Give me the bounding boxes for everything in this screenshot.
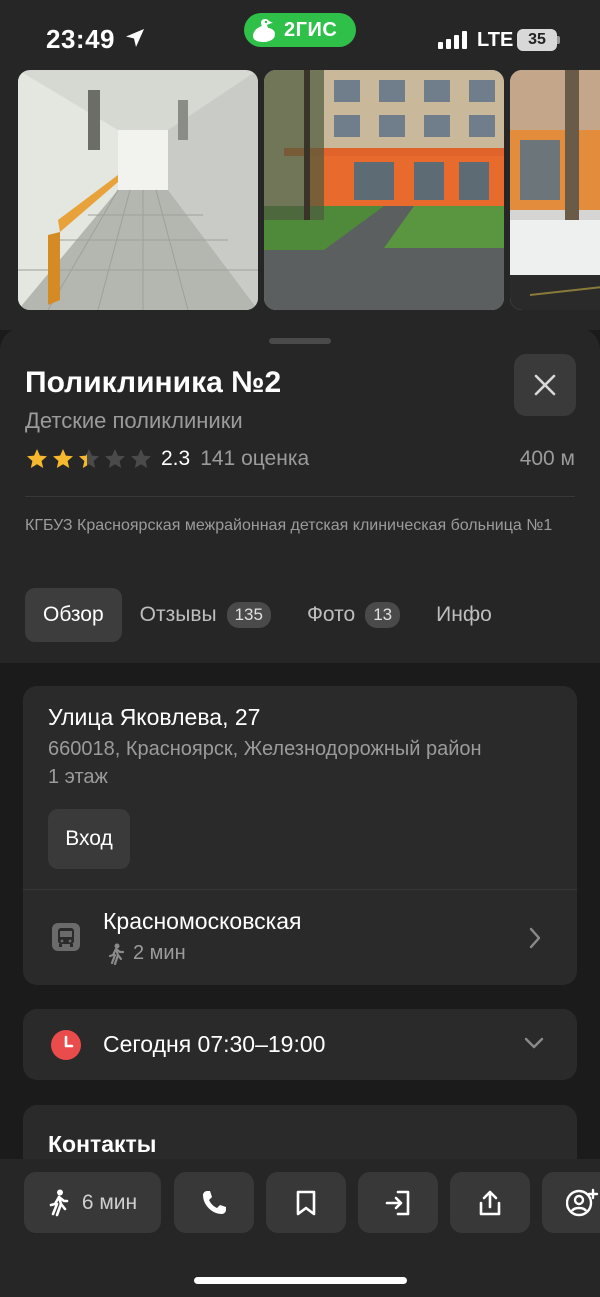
goose-logo-icon (244, 13, 284, 47)
route-walk-button[interactable]: 6 мин (24, 1172, 161, 1233)
star-full-icon (53, 449, 73, 468)
status-time: 23:49 (46, 24, 115, 54)
address-card: Улица Яковлева, 27 660018, Красноярск, Ж… (23, 686, 577, 985)
place-category: Детские поликлиники (25, 408, 243, 433)
bottom-action-bar: 6 мин (0, 1159, 600, 1297)
hours-today: Сегодня 07:30–19:00 (103, 1031, 326, 1057)
opening-hours-card[interactable]: Сегодня 07:30–19:00 (23, 1009, 577, 1080)
distance: 400 м (519, 447, 575, 470)
drag-handle[interactable] (269, 338, 331, 344)
photos-count-badge: 13 (365, 602, 401, 628)
battery-icon: 35 (517, 29, 557, 51)
tab-bar: Обзор Отзывы 135 Фото 13 Инфо (25, 588, 510, 642)
walk-time-to-stop: 2 мин (107, 942, 186, 965)
photo-building[interactable] (264, 70, 504, 310)
share-icon (479, 1190, 501, 1215)
battery-tip (557, 36, 560, 44)
close-icon (534, 374, 556, 396)
home-indicator[interactable] (194, 1277, 407, 1284)
close-button[interactable] (514, 354, 576, 416)
tab-overview[interactable]: Обзор (25, 588, 122, 642)
walk-time-label: 2 мин (133, 942, 186, 964)
walking-person-icon (49, 1189, 69, 1216)
call-button[interactable] (174, 1172, 254, 1233)
add-contact-button[interactable] (542, 1172, 600, 1233)
tab-reviews[interactable]: Отзывы 135 (122, 588, 289, 642)
status-bar: 23:49 2ГИС LTE 35 (0, 0, 600, 70)
place-title: Поликлиника №2 (25, 366, 282, 399)
bookmark-button[interactable] (266, 1172, 346, 1233)
clock-icon (51, 1030, 81, 1060)
divider (23, 889, 577, 890)
add-person-icon (566, 1188, 599, 1216)
walk-time-label: 6 мин (81, 1190, 138, 1214)
entrance-button[interactable]: Вход (48, 809, 130, 869)
location-arrow-icon (126, 29, 144, 47)
star-empty-icon (105, 449, 125, 468)
contacts-title: Контакты (48, 1131, 157, 1157)
rating-row[interactable]: 2.3 141 оценка (25, 445, 309, 473)
tab-photos[interactable]: Фото 13 (289, 588, 418, 642)
tab-label: Обзор (43, 603, 104, 626)
tab-label: Отзывы (139, 603, 217, 626)
photo-gallery[interactable] (0, 70, 600, 330)
bus-icon (52, 923, 80, 951)
address-details: 660018, Красноярск, Железнодорожный райо… (48, 738, 482, 760)
app-brand-badge[interactable]: 2ГИС (244, 13, 356, 47)
street-address[interactable]: Улица Яковлева, 27 (48, 704, 260, 731)
rating-stars (25, 447, 153, 471)
rating-value: 2.3 (161, 447, 191, 470)
star-full-icon (27, 449, 47, 468)
photo-corridor[interactable] (18, 70, 258, 310)
network-type: LTE (477, 29, 514, 51)
divider (25, 496, 575, 497)
chevron-right-icon (529, 927, 541, 949)
enter-icon (385, 1190, 410, 1215)
rating-count: 141 оценка (200, 447, 310, 470)
photo-street[interactable] (510, 70, 600, 310)
star-empty-icon (131, 449, 151, 468)
phone-icon (203, 1190, 226, 1214)
place-card-screen: 23:49 2ГИС LTE 35 Поликлиника №2 Детские… (0, 0, 600, 1297)
bookmark-icon (296, 1190, 316, 1215)
share-button[interactable] (450, 1172, 530, 1233)
organization-name[interactable]: КГБУЗ Красноярская межрайонная детская к… (25, 517, 575, 535)
stop-name: Красномосковская (103, 908, 302, 934)
place-header: Поликлиника №2 Детские поликлиники 2.3 1… (0, 328, 600, 663)
chevron-down-icon (524, 1037, 544, 1049)
tab-info[interactable]: Инфо (418, 588, 510, 642)
reviews-count-badge: 135 (226, 602, 271, 628)
entrance-nav-button[interactable] (358, 1172, 438, 1233)
star-partial-icon (79, 449, 99, 468)
signal-strength-icon (438, 31, 467, 49)
tab-label: Фото (306, 603, 356, 626)
tab-label: Инфо (436, 603, 492, 626)
brand-name: 2ГИС (284, 18, 338, 41)
walking-person-icon (108, 943, 125, 965)
floor: 1 этаж (48, 766, 108, 788)
